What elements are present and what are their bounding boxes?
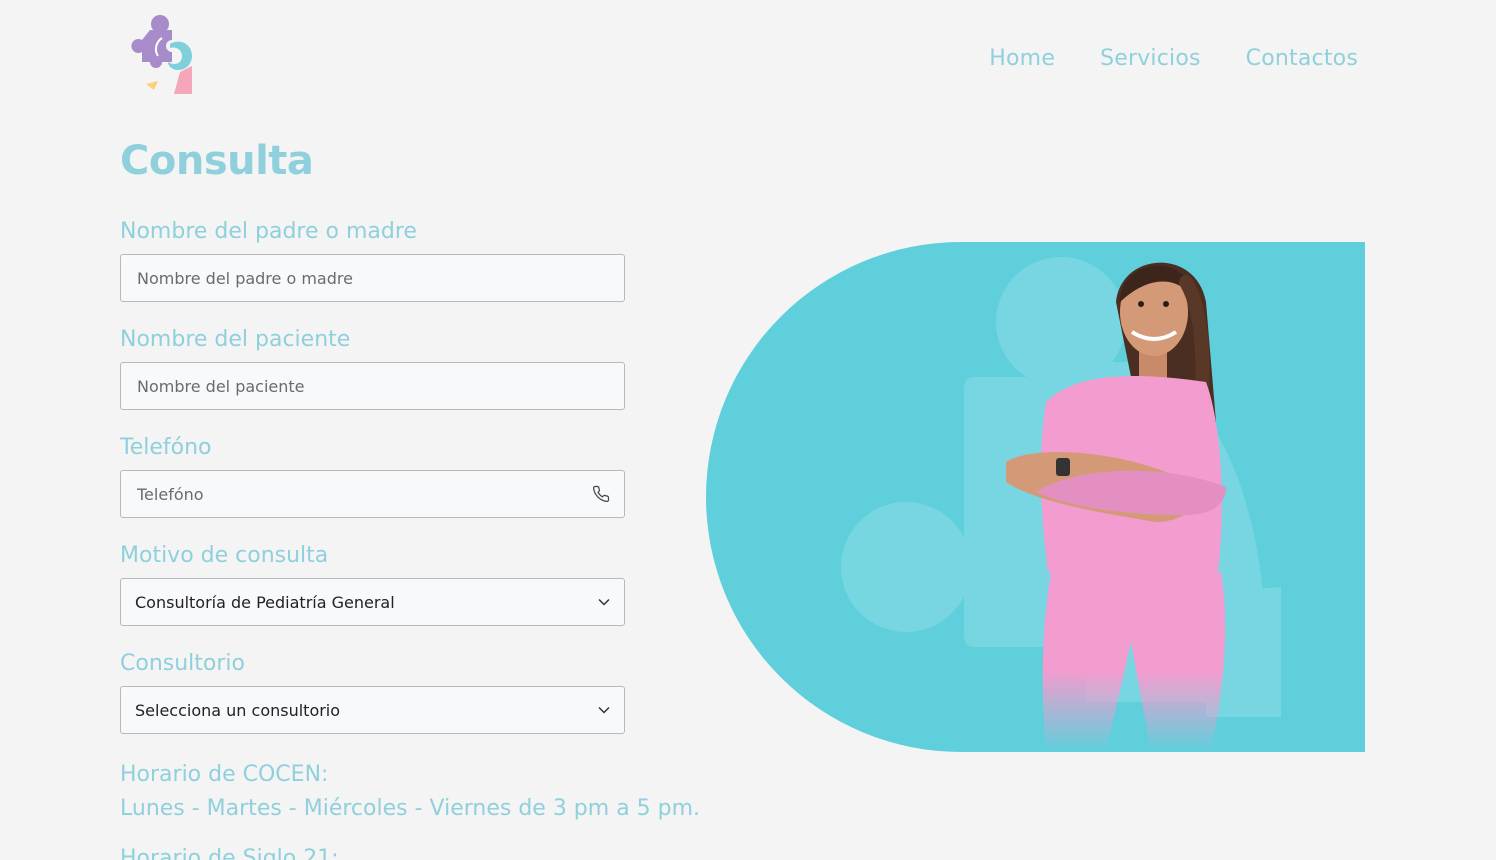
nav-contactos-link[interactable]: Contactos <box>1246 46 1358 71</box>
phone-icon <box>592 485 610 503</box>
reason-select[interactable]: Consultoría de Pediatría General <box>120 578 625 626</box>
office-label: Consultorio <box>120 651 245 676</box>
parent-name-label: Nombre del padre o madre <box>120 219 417 244</box>
parent-name-box <box>120 254 625 302</box>
reason-label: Motivo de consulta <box>120 543 329 568</box>
reason-selected-value: Consultoría de Pediatría General <box>135 592 395 612</box>
hero-image <box>706 242 1365 752</box>
doctor-illustration <box>841 257 1281 752</box>
office-selected-value: Selecciona un consultorio <box>135 700 341 720</box>
patient-name-box <box>120 362 625 410</box>
office-select[interactable]: Selecciona un consultorio <box>120 686 625 734</box>
schedule-next-heading: Horario de Siglo 21: <box>120 846 339 860</box>
phone-input[interactable] <box>135 483 610 505</box>
schedule-heading: Horario de COCEN: <box>120 762 329 787</box>
phone-label: Telefóno <box>120 435 212 460</box>
chevron-down-icon <box>598 706 610 714</box>
chevron-down-icon <box>598 598 610 606</box>
page-title: Consulta <box>120 138 314 184</box>
schedule-days: Lunes - Martes - Miércoles - Viernes de … <box>120 796 701 821</box>
nav-home-link[interactable]: Home <box>989 46 1055 71</box>
parent-name-input[interactable] <box>135 267 610 289</box>
reason-field: Motivo de consulta Consultoría de Pediat… <box>120 542 625 626</box>
puzzle-logo[interactable] <box>124 14 196 96</box>
patient-name-field: Nombre del paciente <box>120 326 625 410</box>
schedule-info: Horario de COCEN: Lunes - Martes - Miérc… <box>120 758 700 826</box>
page: Home Servicios Contactos Consulta Nombre… <box>0 0 1496 860</box>
phone-box <box>120 470 625 518</box>
phone-field: Telefóno <box>120 434 625 518</box>
nav-servicios-link[interactable]: Servicios <box>1100 46 1201 71</box>
main-nav: Home Servicios Contactos <box>989 46 1358 71</box>
parent-name-field: Nombre del padre o madre <box>120 218 625 302</box>
patient-name-input[interactable] <box>135 375 610 397</box>
office-field: Consultorio Selecciona un consultorio <box>120 650 625 734</box>
patient-name-label: Nombre del paciente <box>120 327 351 352</box>
